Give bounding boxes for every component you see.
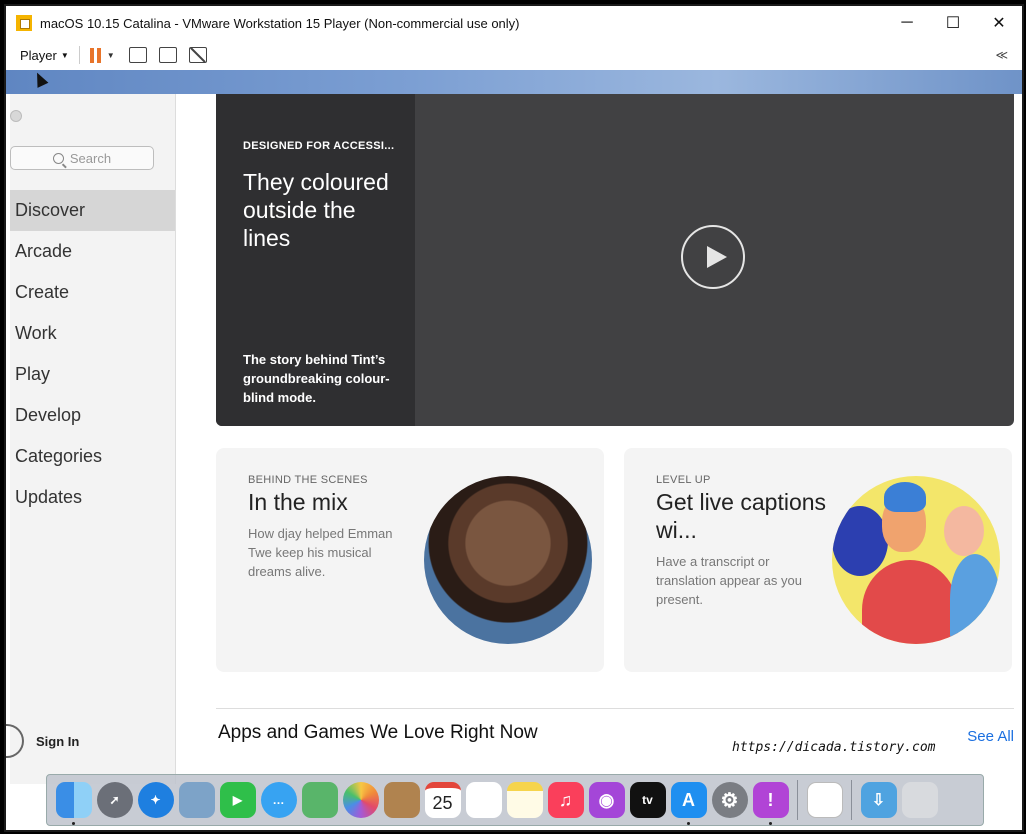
close-button[interactable]: ✕ [976, 6, 1022, 40]
toolbar-divider [78, 46, 80, 64]
sidebar-nav: Discover Arcade Create Work Play Develop… [10, 190, 175, 518]
story-card-in-the-mix[interactable]: BEHIND THE SCENES In the mix How djay he… [216, 448, 604, 672]
hero-text-panel: DESIGNED FOR ACCESSI... They coloured ou… [216, 94, 415, 426]
portrait-image [424, 476, 592, 644]
podcasts-icon[interactable]: ◉ [588, 782, 625, 818]
preview-icon[interactable] [178, 782, 215, 818]
launchpad-icon[interactable]: ➚ [96, 782, 133, 818]
vmware-window: macOS 10.15 Catalina - VMware Workstatio… [4, 4, 1024, 832]
sidebar-item-work[interactable]: Work [10, 313, 175, 354]
safari-icon[interactable]: ✦ [137, 782, 174, 818]
sidebar-item-discover[interactable]: Discover [10, 190, 175, 231]
hero-eyebrow: DESIGNED FOR ACCESSI... [243, 140, 395, 152]
window-close-dot-icon[interactable] [10, 110, 22, 122]
section-title: Apps and Games We Love Right Now [218, 722, 538, 743]
hero-story-card[interactable]: DESIGNED FOR ACCESSI... They coloured ou… [216, 94, 1014, 426]
contacts-icon[interactable] [383, 782, 420, 818]
sidebar-item-arcade[interactable]: Arcade [10, 231, 175, 272]
send-ctrl-alt-del-icon[interactable] [128, 47, 147, 63]
search-input[interactable]: Search [10, 146, 154, 170]
pause-icon[interactable] [89, 47, 101, 63]
macos-dock: ➚ ✦ ▶ … 25 ♫ ◉ tv A ⚙ ! ⇩ [46, 774, 984, 826]
play-video-icon[interactable] [681, 225, 745, 289]
sidebar-item-categories[interactable]: Categories [10, 436, 175, 477]
dock-separator [851, 780, 852, 820]
player-menu-label: Player [20, 47, 57, 63]
window-titlebar: macOS 10.15 Catalina - VMware Workstatio… [6, 6, 1022, 40]
trash-icon[interactable] [901, 782, 938, 818]
guest-desktop-menubar [6, 70, 1022, 94]
player-menu[interactable]: Player ▼ [20, 48, 69, 63]
maps-icon[interactable] [301, 782, 338, 818]
sidebar-item-play[interactable]: Play [10, 354, 175, 395]
dock-separator [797, 780, 798, 820]
calendar-day: 25 [432, 792, 453, 813]
textedit-icon[interactable] [806, 782, 843, 818]
search-placeholder: Search [69, 150, 112, 166]
app-store-window: Search Discover Arcade Create Work Play … [6, 94, 1022, 784]
notes-icon[interactable] [506, 782, 543, 818]
system-preferences-icon[interactable]: ⚙ [711, 782, 748, 818]
sidebar-item-develop[interactable]: Develop [10, 395, 175, 436]
window-title: macOS 10.15 Catalina - VMware Workstatio… [40, 15, 520, 31]
chevron-down-icon: ▼ [60, 50, 69, 60]
minimize-button[interactable]: ─ [884, 6, 930, 40]
sign-in-button[interactable]: Sign In [6, 724, 80, 758]
sidebar-item-create[interactable]: Create [10, 272, 175, 313]
fullscreen-icon[interactable] [158, 47, 177, 63]
search-icon [52, 152, 64, 164]
facetime-icon[interactable]: ▶ [219, 782, 256, 818]
unity-mode-icon[interactable] [188, 47, 207, 63]
sidebar: Search Discover Arcade Create Work Play … [6, 94, 176, 784]
apple-tv-label: tv [642, 793, 653, 807]
music-icon[interactable]: ♫ [547, 782, 584, 818]
window-controls: ─ ☐ ✕ [884, 6, 1022, 40]
chevron-down-icon[interactable]: ▼ [107, 51, 115, 60]
card-description: How djay helped Emman Twe keep his music… [248, 526, 393, 579]
maximize-button[interactable]: ☐ [930, 6, 976, 40]
hero-description: The story behind Tint’s groundbreaking c… [243, 352, 390, 405]
sign-in-label: Sign In [36, 733, 80, 749]
vmware-logo-icon [16, 15, 32, 31]
photos-icon[interactable] [342, 782, 379, 818]
feedback-assistant-icon[interactable]: ! [752, 782, 789, 825]
app-store-icon[interactable]: A [670, 782, 707, 825]
finder-icon[interactable] [55, 782, 92, 825]
card-description: Have a transcript or translation appear … [656, 554, 802, 607]
vmware-toolbar: Player ▼ ▼ ≪ [6, 40, 1022, 71]
hero-title: They coloured outside the lines [243, 169, 389, 251]
story-card-live-captions[interactable]: LEVEL UP Get live captions wi... Have a … [624, 448, 1012, 672]
reminders-icon[interactable] [465, 782, 502, 818]
card-title: Get live captions wi... [656, 489, 827, 543]
sidebar-item-updates[interactable]: Updates [10, 477, 175, 518]
illustration-image [832, 476, 1000, 644]
downloads-folder-icon[interactable]: ⇩ [860, 782, 897, 818]
see-all-link[interactable]: See All [967, 728, 1014, 745]
messages-icon[interactable]: … [260, 782, 297, 818]
apple-tv-icon[interactable]: tv [629, 782, 666, 818]
card-eyebrow: LEVEL UP [656, 474, 711, 486]
card-title: In the mix [248, 489, 348, 515]
section-divider [216, 708, 1014, 709]
discover-content: DESIGNED FOR ACCESSI... They coloured ou… [176, 94, 1022, 784]
card-eyebrow: BEHIND THE SCENES [248, 474, 368, 486]
user-avatar-icon [6, 724, 24, 758]
collapse-toolbar-icon[interactable]: ≪ [995, 48, 1008, 62]
calendar-icon[interactable]: 25 [424, 782, 461, 818]
watermark-text: https://dicada.tistory.com [732, 740, 936, 755]
